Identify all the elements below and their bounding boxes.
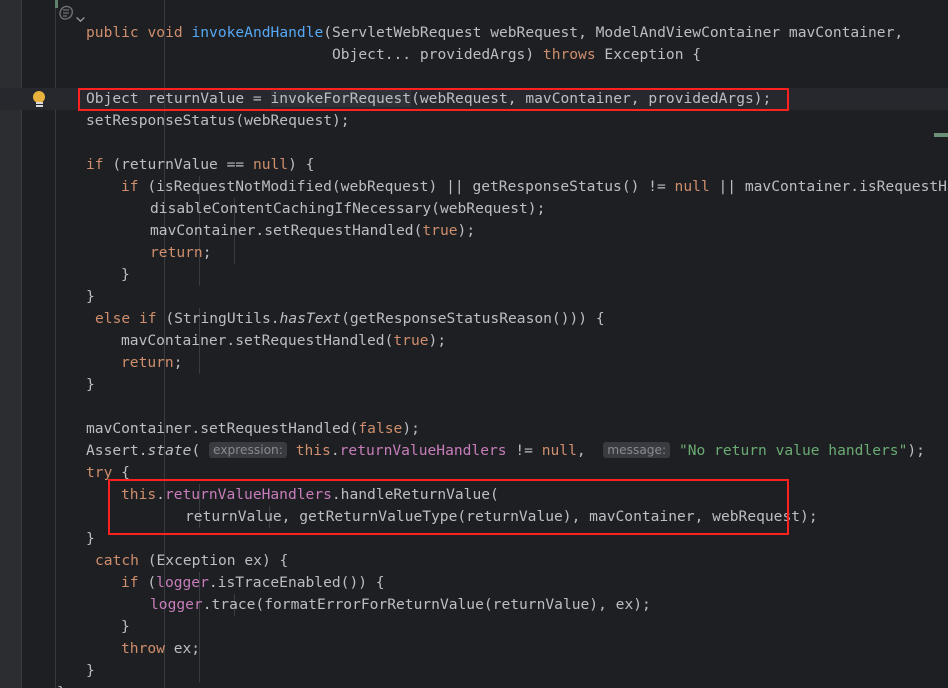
code-line[interactable]: public void invokeAndHandle(ServletWebRe… [86,22,903,44]
code-line[interactable]: return; [150,242,212,264]
code-line[interactable]: setResponseStatus(webRequest); [86,110,350,132]
token-static-method: hasText [279,310,342,327]
expression-parameter-hint[interactable]: expression: [209,442,287,458]
message-parameter-hint[interactable]: message: [603,442,671,458]
code-line[interactable]: } [86,374,95,396]
code-line[interactable]: logger.trace(formatErrorForReturnValue(r… [150,594,651,616]
token-identifier-under-caret[interactable]: invokeForRequest [270,90,412,107]
token-this: this [295,442,331,459]
code-line[interactable]: if (returnValue == null) { [86,154,314,176]
code-line[interactable]: } [86,660,95,682]
token-keyword: void [147,24,183,41]
code-line[interactable]: mavContainer.setRequestHandled(false); [86,418,420,440]
code-line[interactable]: } [121,264,130,286]
token-type: Object... [332,46,420,63]
code-line-handle-return-value[interactable]: this.returnValueHandlers.handleReturnVal… [121,484,499,506]
code-line[interactable]: throw ex; [121,638,200,660]
token-params: (ServletWebRequest webRequest, ModelAndV… [323,24,904,41]
token-static-method: state [147,442,192,459]
code-line[interactable]: } [57,682,66,688]
code-line-assert-state[interactable]: Assert.state( expression: this.returnVal… [86,440,925,462]
token-keyword: throws [542,46,596,63]
code-line[interactable]: try { [86,462,130,484]
code-line-invoke-for-request[interactable]: Object returnValue = invokeForRequest(we… [86,88,771,110]
token-field: returnValueHandlers [339,442,507,459]
token-field: returnValueHandlers [164,486,332,503]
code-line[interactable]: Object... providedArgs) throws Exception… [86,44,701,66]
code-line[interactable]: if (logger.isTraceEnabled()) { [121,572,385,594]
code-line[interactable]: mavContainer.setRequestHandled(true); [121,330,446,352]
code-line[interactable]: mavContainer.setRequestHandled(true); [150,220,475,242]
token-method-name: invokeAndHandle [191,24,324,41]
code-line[interactable]: if (isRequestNotModified(webRequest) || … [121,176,948,198]
code-line[interactable]: } [86,528,95,550]
code-line[interactable]: } [86,286,95,308]
code-line[interactable]: disableContentCachingIfNecessary(webRequ… [150,198,545,220]
token-field: logger [156,574,209,591]
code-line[interactable]: catch (Exception ex) { [95,550,288,572]
code-editor[interactable]: public void invokeAndHandle(ServletWebRe… [0,0,948,688]
token-field: logger [150,596,203,613]
token-keyword: public [86,24,139,41]
code-line[interactable]: return; [121,352,183,374]
token-this: this [121,486,157,503]
token-param: providedArgs) [419,46,543,63]
code-text-area[interactable]: public void invokeAndHandle(ServletWebRe… [0,0,948,688]
code-line[interactable]: } [121,616,130,638]
code-line[interactable]: else if (StringUtils.hasText(getResponse… [95,308,605,330]
code-line-handle-return-value-args[interactable]: returnValue, getReturnValueType(returnVa… [185,506,818,528]
token-string-literal: "No return value handlers" [678,442,908,459]
